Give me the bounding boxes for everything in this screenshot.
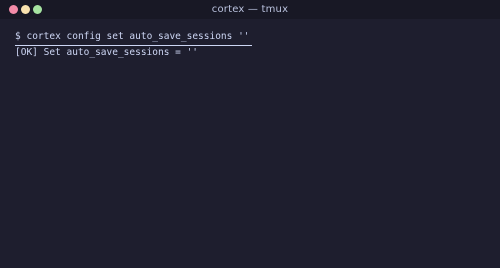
command-output: [OK] Set auto_save_sessions = '' [15, 47, 199, 58]
title-bar: cortex — tmux [0, 0, 500, 19]
window-title: cortex — tmux [211, 4, 289, 15]
command-line: $ cortex config set auto_save_sessions '… [15, 31, 250, 43]
command-divider [15, 45, 252, 46]
command-text: cortex config set auto_save_sessions '' [26, 31, 250, 42]
terminal-window: cortex — tmux $ cortex config set auto_s… [0, 0, 500, 268]
shell-prompt: $ [15, 31, 21, 42]
terminal-output-area[interactable]: $ cortex config set auto_save_sessions '… [0, 19, 500, 268]
